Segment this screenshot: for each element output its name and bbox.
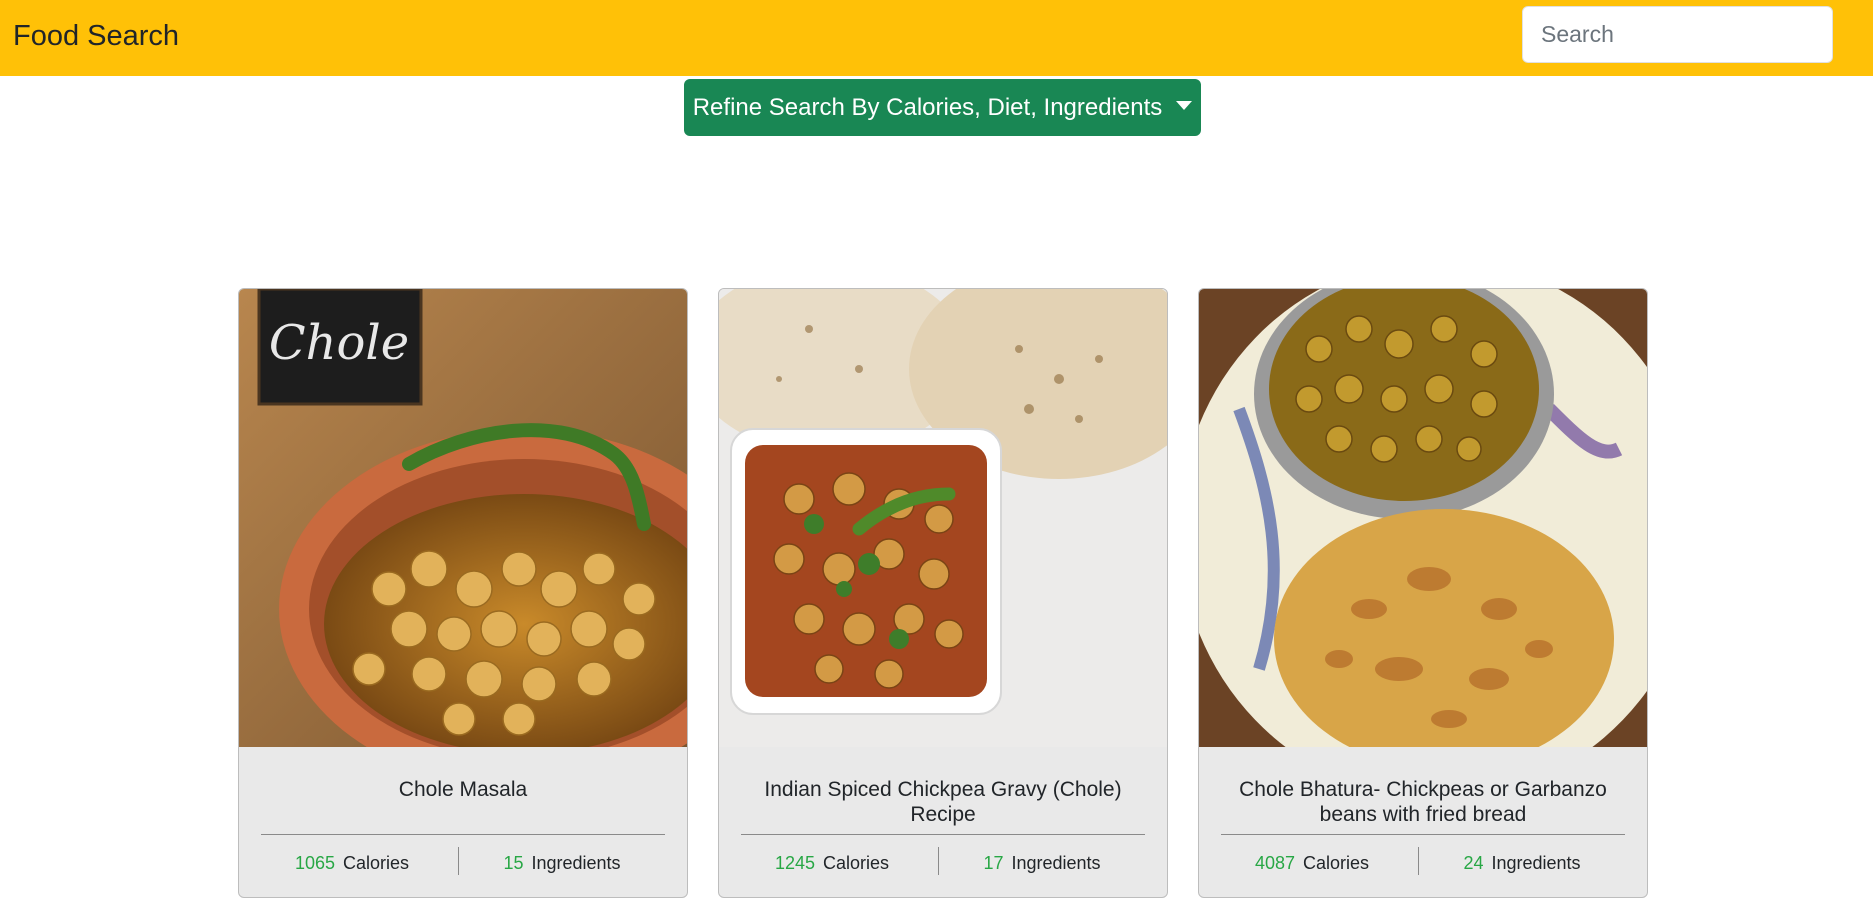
calories-value: 1245: [774, 853, 815, 873]
ingredients-stat: 17 Ingredients: [942, 852, 1142, 874]
refine-search-button[interactable]: Refine Search By Calories, Diet, Ingredi…: [684, 79, 1201, 136]
ingredients-label: Ingredients: [1011, 853, 1101, 873]
recipe-image-chole-masala: Chole: [239, 289, 687, 747]
calories-label: Calories: [823, 853, 890, 873]
calories-stat: 1245 Calories: [732, 852, 932, 874]
recipe-card[interactable]: Indian Spiced Chickpea Gravy (Chole) Rec…: [718, 288, 1168, 898]
stat-separator: [458, 847, 459, 875]
card-divider: [261, 834, 665, 835]
recipe-image-chole-bhatura: [1199, 289, 1647, 747]
ingredients-stat: 15 Ingredients: [462, 852, 662, 874]
ingredients-value: 15: [503, 853, 524, 873]
calories-label: Calories: [343, 853, 410, 873]
card-divider: [741, 834, 1145, 835]
calories-label: Calories: [1303, 853, 1370, 873]
calories-stat: 4087 Calories: [1212, 852, 1412, 874]
stat-separator: [938, 847, 939, 875]
ingredients-value: 24: [1463, 853, 1484, 873]
top-navbar: Food Search: [0, 0, 1873, 76]
brand-title[interactable]: Food Search: [13, 18, 179, 54]
recipe-title: Chole Bhatura- Chickpeas or Garbanzo bea…: [1239, 778, 1607, 826]
recipe-image-chickpea-gravy: [719, 289, 1167, 747]
recipe-title: Chole Masala: [398, 778, 528, 801]
refine-search-label: Refine Search By Calories, Diet, Ingredi…: [692, 93, 1163, 121]
ingredients-value: 17: [983, 853, 1004, 873]
calories-stat: 1065 Calories: [252, 852, 452, 874]
recipe-card[interactable]: Chole Bhatura- Chickpeas or Garbanzo bea…: [1198, 288, 1648, 898]
recipe-card[interactable]: Chole Chole Masala 1065 Calories 15 Ingred…: [238, 288, 688, 898]
recipe-title: Indian Spiced Chickpea Gravy (Chole) Rec…: [764, 778, 1122, 826]
card-divider: [1221, 834, 1625, 835]
ingredients-label: Ingredients: [1491, 853, 1581, 873]
search-input[interactable]: [1522, 6, 1833, 63]
ingredients-label: Ingredients: [531, 853, 621, 873]
ingredients-stat: 24 Ingredients: [1422, 852, 1622, 874]
calories-value: 1065: [294, 853, 335, 873]
svg-text:Chole: Chole: [269, 315, 409, 371]
calories-value: 4087: [1254, 853, 1295, 873]
caret-down-icon: [1176, 101, 1193, 110]
stat-separator: [1418, 847, 1419, 875]
